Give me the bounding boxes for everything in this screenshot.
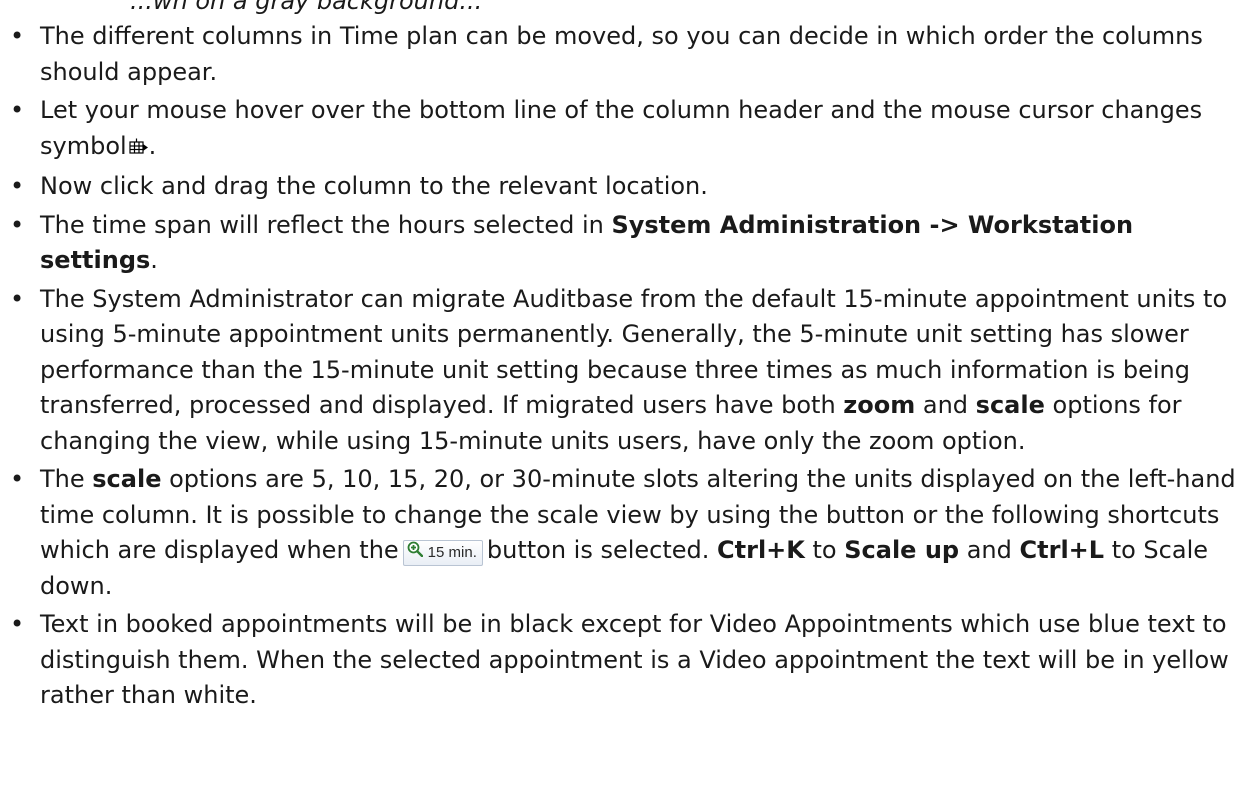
list-item: • Now click and drag the column to the r…: [0, 169, 1250, 205]
bullet-icon: •: [10, 210, 25, 239]
document-body: ...wn on a gray background... • The diff…: [0, 0, 1250, 717]
bullet-text-end: .: [150, 246, 158, 274]
scale-term-bold: scale: [92, 465, 162, 493]
shortcut-bold: Ctrl+K: [717, 536, 805, 564]
list-item: • Text in booked appointments will be in…: [0, 607, 1250, 714]
bullet-text: Now click and drag the column to the rel…: [40, 172, 708, 200]
bullet-list: • The different columns in Time plan can…: [0, 19, 1250, 714]
bullet-text: and: [959, 536, 1020, 564]
bullet-icon: •: [10, 284, 25, 313]
zoom-term-bold: zoom: [843, 391, 916, 419]
bullet-text: Text in booked appointments will be in b…: [40, 610, 1229, 709]
bullet-text-end: .: [148, 131, 157, 160]
list-item: • The System Administrator can migrate A…: [0, 282, 1250, 460]
scale-zoom-button: 15 min.: [402, 540, 483, 566]
column-move-cursor-icon: [129, 131, 149, 167]
scale-up-bold: Scale up: [844, 536, 960, 564]
scale-zoom-button-label: 15 min.: [427, 544, 477, 561]
bullet-text: The time span will reflect the hours sel…: [40, 210, 612, 239]
magnifier-zoom-in-icon: [407, 541, 423, 565]
shortcut-bold: Ctrl+L: [1019, 536, 1105, 564]
cropped-heading-fragment: ...wn on a gray background...: [130, 0, 483, 15]
list-item: • The different columns in Time plan can…: [0, 19, 1250, 90]
bullet-text: to: [804, 536, 845, 564]
bullet-icon: •: [10, 172, 25, 200]
bullet-text: Let your mouse hover over the bottom lin…: [40, 96, 1203, 160]
scale-term-bold: scale: [975, 391, 1045, 419]
bullet-icon: •: [10, 22, 25, 50]
bullet-text: The: [40, 465, 93, 493]
bullet-icon: •: [10, 610, 25, 638]
bullet-text: The different columns in Time plan can b…: [40, 22, 1203, 86]
list-item: • Let your mouse hover over the bottom l…: [0, 93, 1250, 166]
bullet-text: button is selected.: [486, 536, 718, 564]
bullet-text: and: [915, 391, 976, 419]
list-item: • The time span will reflect the hours s…: [0, 208, 1250, 279]
bullet-icon: •: [10, 465, 25, 493]
list-item: • The scale options are 5, 10, 15, 20, o…: [0, 462, 1250, 604]
bullet-icon: •: [10, 96, 25, 124]
